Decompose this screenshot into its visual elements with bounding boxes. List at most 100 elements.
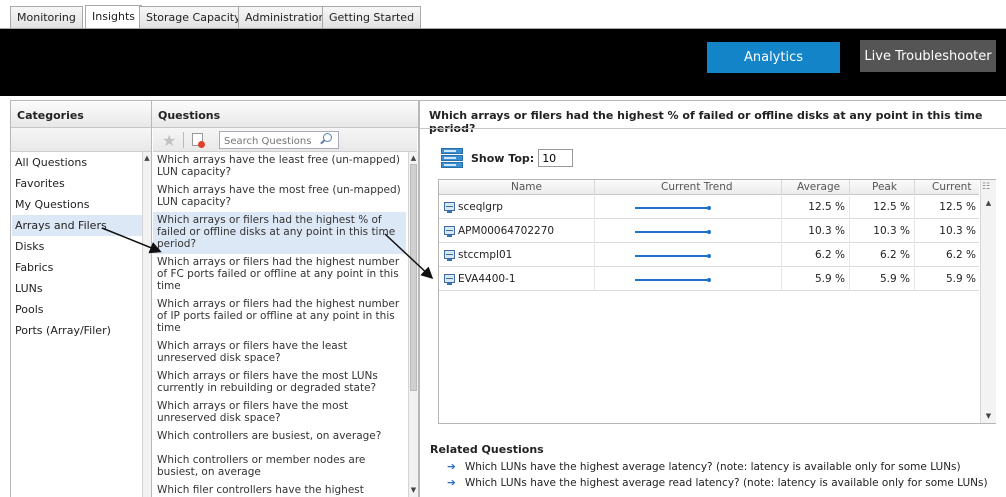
question-item[interactable]: Which filer controllers have the highest… bbox=[153, 482, 406, 497]
question-item[interactable]: Which arrays or filers had the highest n… bbox=[153, 296, 406, 338]
new-question-icon[interactable] bbox=[192, 133, 205, 148]
row-average: 12.5 % bbox=[808, 201, 845, 213]
live-troubleshooter-button[interactable]: Live Troubleshooter bbox=[860, 40, 996, 72]
categories-subbar bbox=[11, 128, 151, 152]
categories-list: All Questions Favorites My Questions Arr… bbox=[12, 152, 150, 341]
questions-list: Which arrays have the least free (un-map… bbox=[153, 152, 406, 497]
column-chooser-icon[interactable]: ☷ bbox=[982, 182, 990, 192]
questions-toolbar: ★ bbox=[153, 128, 417, 152]
column-name[interactable]: Name bbox=[511, 181, 542, 193]
server-icon bbox=[439, 146, 465, 170]
cell-divider bbox=[594, 220, 595, 243]
category-ports[interactable]: Ports (Array/Filer) bbox=[12, 320, 150, 341]
trend-sparkline bbox=[635, 207, 710, 209]
column-current[interactable]: Current bbox=[932, 181, 971, 193]
scroll-up-arrow-icon[interactable]: ▲ bbox=[981, 199, 996, 207]
question-item[interactable]: Which arrays or filers have the most LUN… bbox=[153, 368, 406, 398]
storage-array-icon bbox=[444, 250, 455, 261]
cell-divider bbox=[594, 268, 595, 291]
question-item-selected[interactable]: Which arrays or filers had the highest %… bbox=[153, 212, 406, 254]
table-row[interactable]: sceqlgrp 12.5 % 12.5 % 12.5 % bbox=[439, 196, 979, 219]
tab-storage-capacity[interactable]: Storage Capacity bbox=[139, 6, 248, 28]
table-row[interactable]: stccmpl01 6.2 % 6.2 % 6.2 % bbox=[439, 244, 979, 267]
trend-sparkline bbox=[635, 279, 710, 281]
show-top-label: Show Top: bbox=[471, 151, 535, 165]
row-current: 6.2 % bbox=[945, 249, 976, 261]
column-divider bbox=[781, 180, 782, 195]
row-peak: 6.2 % bbox=[879, 249, 910, 261]
cell-divider bbox=[914, 220, 915, 243]
row-name: sceqlgrp bbox=[458, 201, 503, 213]
category-my-questions[interactable]: My Questions bbox=[12, 194, 150, 215]
column-divider bbox=[914, 180, 915, 195]
column-average[interactable]: Average bbox=[797, 181, 840, 193]
row-average: 10.3 % bbox=[808, 225, 845, 237]
show-top-control: Show Top: bbox=[439, 146, 574, 170]
trend-sparkline bbox=[635, 255, 710, 257]
cell-divider bbox=[594, 244, 595, 267]
toolbar-separator bbox=[183, 132, 184, 148]
scroll-thumb[interactable] bbox=[410, 164, 417, 391]
row-name: EVA4400-1 bbox=[458, 273, 516, 285]
table-row[interactable]: EVA4400-1 5.9 % 5.9 % 5.9 % bbox=[439, 268, 979, 291]
related-question-link[interactable]: ➔ Which LUNs have the highest average rea… bbox=[447, 477, 988, 489]
search-questions-input[interactable] bbox=[219, 131, 339, 149]
storage-array-icon bbox=[444, 202, 455, 213]
search-icon[interactable] bbox=[323, 133, 332, 142]
trend-dot bbox=[707, 278, 711, 282]
tab-monitoring[interactable]: Monitoring bbox=[10, 6, 83, 28]
cell-divider bbox=[594, 196, 595, 219]
related-question-text[interactable]: Which LUNs have the highest average late… bbox=[465, 461, 961, 473]
tab-insights[interactable]: Insights bbox=[85, 5, 143, 29]
row-current: 5.9 % bbox=[945, 273, 976, 285]
category-pools[interactable]: Pools bbox=[12, 299, 150, 320]
pane-border-questions bbox=[418, 100, 420, 497]
column-divider bbox=[849, 180, 850, 195]
category-favorites[interactable]: Favorites bbox=[12, 173, 150, 194]
question-item[interactable]: Which arrays or filers have the most unr… bbox=[153, 398, 406, 428]
pane-border-top bbox=[10, 100, 1006, 101]
questions-scrollbar[interactable]: ▲ ▼ bbox=[408, 152, 418, 497]
main-header-divider bbox=[420, 128, 1006, 129]
cell-divider bbox=[781, 268, 782, 291]
scroll-up-arrow-icon[interactable]: ▲ bbox=[143, 154, 151, 162]
question-item[interactable]: Which arrays have the least free (un-map… bbox=[153, 152, 406, 182]
app-header bbox=[0, 29, 1006, 96]
cell-divider bbox=[781, 220, 782, 243]
category-disks[interactable]: Disks bbox=[12, 236, 150, 257]
question-item[interactable]: Which controllers are busiest, on averag… bbox=[153, 428, 406, 446]
table-row[interactable]: APM00064702270 10.3 % 10.3 % 10.3 % bbox=[439, 220, 979, 243]
scroll-up-arrow-icon[interactable]: ▲ bbox=[409, 154, 418, 162]
row-peak: 12.5 % bbox=[873, 201, 910, 213]
related-question-text[interactable]: Which LUNs have the highest average read… bbox=[465, 477, 988, 489]
table-scrollbar[interactable]: ▲ ▼ bbox=[980, 180, 996, 423]
category-luns[interactable]: LUNs bbox=[12, 278, 150, 299]
tab-bar: Monitoring Insights Storage Capacity Adm… bbox=[0, 0, 1006, 30]
row-current: 12.5 % bbox=[939, 201, 976, 213]
cell-divider bbox=[849, 268, 850, 291]
question-item[interactable]: Which controllers or member nodes are bu… bbox=[153, 446, 406, 482]
category-all-questions[interactable]: All Questions bbox=[12, 152, 150, 173]
pane-border-left bbox=[10, 100, 11, 497]
category-arrays-and-filers[interactable]: Arrays and Filers bbox=[12, 215, 150, 236]
star-icon[interactable]: ★ bbox=[162, 131, 176, 150]
related-question-link[interactable]: ➔ Which LUNs have the highest average lat… bbox=[447, 461, 961, 473]
related-questions-title: Related Questions bbox=[430, 443, 544, 456]
question-item[interactable]: Which arrays have the most free (un-mapp… bbox=[153, 182, 406, 212]
analytics-button[interactable]: Analytics bbox=[707, 42, 840, 73]
question-item[interactable]: Which arrays or filers had the highest n… bbox=[153, 254, 406, 296]
row-name: stccmpl01 bbox=[458, 249, 513, 261]
column-current-trend[interactable]: Current Trend bbox=[661, 181, 733, 193]
categories-scrollbar[interactable]: ▲ bbox=[142, 152, 151, 497]
scroll-down-arrow-icon[interactable]: ▼ bbox=[981, 412, 996, 420]
tab-administration[interactable]: Administration bbox=[238, 6, 333, 28]
tab-getting-started[interactable]: Getting Started bbox=[322, 6, 422, 28]
cell-divider bbox=[849, 220, 850, 243]
show-top-input[interactable] bbox=[538, 149, 574, 167]
column-peak[interactable]: Peak bbox=[872, 181, 897, 193]
question-item[interactable]: Which arrays or filers have the least un… bbox=[153, 338, 406, 368]
trend-sparkline bbox=[635, 231, 710, 233]
table-header: Name Current Trend Average Peak Current bbox=[439, 180, 979, 195]
scroll-down-arrow-icon[interactable]: ▼ bbox=[409, 486, 418, 494]
category-fabrics[interactable]: Fabrics bbox=[12, 257, 150, 278]
